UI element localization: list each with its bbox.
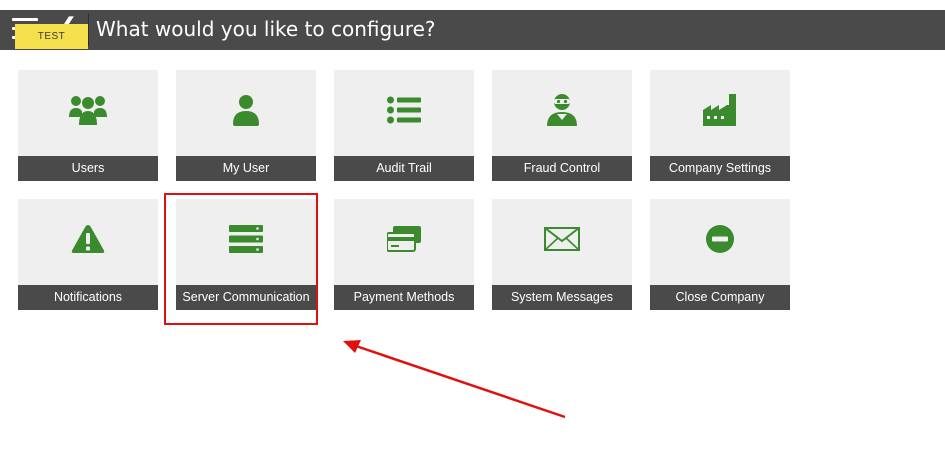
tile-label: Users [18,156,158,181]
user-icon [176,88,316,132]
tile-company-settings[interactable]: Company Settings [650,70,790,181]
tile-my-user[interactable]: My User [176,70,316,181]
tile-users[interactable]: Users [18,70,158,181]
tile-label: Fraud Control [492,156,632,181]
tile-audit-trail[interactable]: Audit Trail [334,70,474,181]
tile-label: Audit Trail [334,156,474,181]
tile-close-company[interactable]: Close Company [650,199,790,310]
tile-label: Payment Methods [334,285,474,310]
minus-circle-icon [650,217,790,261]
tile-label: Notifications [18,285,158,310]
tile-label: Company Settings [650,156,790,181]
list-icon [334,88,474,132]
page-title: What would you like to configure? [96,17,436,41]
users-icon [18,88,158,132]
environment-badge: TEST [15,24,88,49]
masked-user-icon [492,88,632,132]
tile-label: Close Company [650,285,790,310]
envelope-icon [492,217,632,261]
tile-payment-methods[interactable]: Payment Methods [334,199,474,310]
server-icon [176,217,316,261]
top-bar: ❮ What would you like to configure? [0,10,945,50]
tile-label: My User [176,156,316,181]
factory-icon [650,88,790,132]
tile-system-messages[interactable]: System Messages [492,199,632,310]
tile-notifications[interactable]: Notifications [18,199,158,310]
tile-fraud-control[interactable]: Fraud Control [492,70,632,181]
tile-server-communication[interactable]: Server Communication [176,199,316,310]
tile-label: Server Communication [176,285,316,310]
warning-icon [18,217,158,261]
credit-cards-icon [334,217,474,261]
header-divider [88,14,89,46]
tile-label: System Messages [492,285,632,310]
